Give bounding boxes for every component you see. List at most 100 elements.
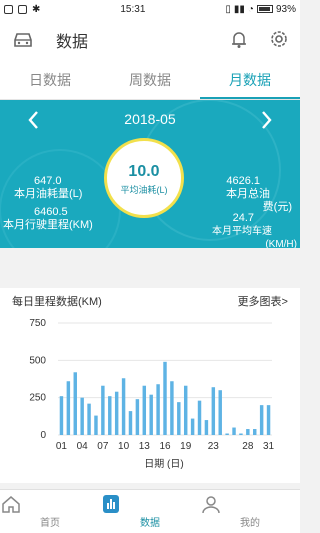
x-tick-label: 01 — [56, 441, 68, 452]
chart-title: 每日里程数据(KM) — [12, 296, 102, 308]
wifi-icon: ◔ — [247, 3, 254, 15]
app-header: 数据 — [0, 18, 300, 62]
tab-weekly[interactable]: 周数据 — [100, 62, 200, 99]
month-selector: 2018-05 — [0, 108, 300, 132]
next-month-button[interactable] — [254, 108, 278, 132]
bar-day-19 — [183, 385, 188, 435]
bar-day-28 — [246, 429, 250, 435]
avg-fuel-circle: 10.0 平均油耗(L) — [104, 138, 184, 218]
fuel-used-label: 本月油耗量(L) — [14, 188, 83, 200]
status-time: 15:31 — [120, 3, 146, 15]
tab-daily[interactable]: 日数据 — [0, 62, 100, 99]
avg-fuel-value: 10.0 — [128, 163, 160, 180]
fuel-used-stat: 647.0 本月油耗量(L) — [14, 175, 82, 201]
x-tick-label: 19 — [180, 441, 192, 452]
bar-chart-icon — [103, 495, 119, 513]
bell-icon[interactable] — [228, 28, 250, 50]
fuel-used-value: 647.0 — [34, 175, 62, 187]
bar-day-16 — [163, 361, 167, 435]
daily-mileage-chart: 750 500 250 0 01 04 07 10 13 16 19 23 28 31 日期 (日) — [29, 318, 275, 470]
status-bar: ✱ 15:31 ▯ ▮▮ ◔ 93% — [0, 0, 300, 18]
bar-day-22 — [204, 420, 209, 435]
bar-day-18 — [177, 402, 181, 435]
prev-month-button[interactable] — [22, 108, 46, 132]
header-actions — [228, 28, 290, 50]
nav-home[interactable]: 首页 — [0, 490, 100, 533]
x-tick-label: 13 — [139, 441, 151, 452]
y-tick-label: 0 — [40, 430, 46, 441]
fuel-cost-stat: 4626.1 本月总油费(元) — [219, 175, 292, 214]
x-tick-label: 10 — [118, 441, 130, 452]
bar-day-17 — [170, 381, 174, 435]
bar-day-08 — [108, 396, 112, 435]
vibrate-icon: ▯ — [225, 3, 231, 15]
bar-day-25 — [225, 433, 229, 435]
tab-bar: 日数据 周数据 月数据 — [0, 62, 300, 100]
status-icons-right: ▯ ▮▮ ◔ 93% — [225, 4, 296, 15]
x-tick-label: 07 — [97, 441, 109, 452]
nav-data-label: 数据 — [140, 518, 160, 529]
mileage-label: 本月行驶里程(KM) — [3, 219, 93, 231]
status-icons-left: ✱ — [4, 4, 40, 15]
bar-day-07 — [101, 385, 105, 435]
bar-day-01 — [59, 396, 64, 435]
car-icon[interactable] — [12, 31, 34, 49]
bar-day-20 — [190, 418, 195, 435]
bar-day-02 — [66, 381, 71, 435]
chart-x-ticks: 01 04 07 10 13 16 19 23 28 31 — [56, 441, 275, 452]
signal-icon: ▮▮ — [233, 3, 245, 15]
y-tick-label: 250 — [29, 393, 46, 404]
user-icon — [202, 496, 220, 514]
bar-day-14 — [149, 394, 153, 435]
avg-speed-value: 24.7 — [232, 212, 254, 224]
bottom-nav: 首页 数据 我的 — [0, 489, 300, 533]
mileage-value: 6460.5 — [34, 206, 68, 218]
bar-day-03 — [73, 372, 77, 435]
fuel-cost-value: 4626.1 — [226, 175, 260, 187]
bar-day-06 — [94, 415, 98, 435]
chart-x-label: 日期 (日) — [144, 458, 183, 470]
tab-monthly[interactable]: 月数据 — [200, 62, 300, 99]
bar-day-15 — [156, 384, 160, 435]
nav-me[interactable]: 我的 — [200, 490, 300, 533]
battery-percent: 93% — [275, 3, 296, 15]
bar-day-04 — [80, 397, 84, 435]
y-tick-label: 750 — [29, 318, 46, 329]
notification-icon — [4, 4, 13, 14]
nav-home-label: 首页 — [40, 518, 60, 529]
x-tick-label: 28 — [242, 441, 254, 452]
battery-icon — [256, 5, 273, 13]
bar-day-24 — [218, 390, 222, 435]
bar-day-26 — [232, 427, 236, 435]
x-tick-label: 16 — [159, 441, 171, 452]
nav-data[interactable]: 数据 — [100, 490, 200, 533]
more-charts-link[interactable]: 更多图表> — [238, 293, 288, 309]
bar-day-05 — [87, 403, 91, 435]
y-tick-label: 500 — [29, 355, 46, 366]
bar-day-10 — [121, 378, 126, 435]
bluetooth-icon: ✱ — [32, 3, 41, 15]
page-title: 数据 — [56, 34, 89, 51]
nav-me-label: 我的 — [240, 518, 260, 529]
bar-day-23 — [211, 387, 216, 435]
x-tick-label: 23 — [208, 441, 220, 452]
mileage-stat: 6460.5 本月行驶里程(KM) — [3, 206, 93, 232]
bar-day-30 — [259, 405, 264, 435]
home-icon — [2, 496, 20, 513]
x-tick-label: 04 — [77, 441, 89, 452]
bar-day-09 — [114, 391, 119, 435]
daily-mileage-card: 每日里程数据(KM) 更多图表> 750 500 250 0 01 04 07 10 13 16… — [0, 288, 300, 483]
bar-day-27 — [239, 433, 243, 435]
x-tick-label: 31 — [263, 441, 275, 452]
bar-day-29 — [253, 429, 257, 435]
message-icon — [18, 4, 27, 14]
avg-speed-stat: 24.7 本月平均车速(KM/H) — [205, 212, 297, 248]
gear-icon[interactable] — [268, 28, 290, 50]
monthly-summary: 2018-05 647.0 本月油耗量(L) 6460.5 本月行驶里程(KM)… — [0, 100, 300, 248]
chart-y-ticks: 750 500 250 0 — [29, 318, 46, 441]
avg-fuel-label: 平均油耗(L) — [120, 185, 168, 195]
chart-bars — [59, 361, 271, 435]
bar-day-21 — [197, 400, 202, 435]
bar-day-12 — [135, 399, 140, 435]
bar-day-13 — [142, 385, 147, 435]
